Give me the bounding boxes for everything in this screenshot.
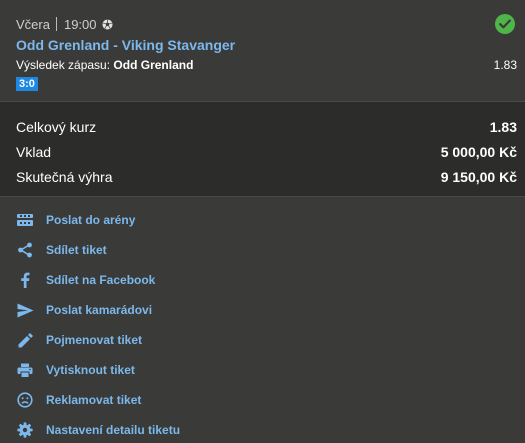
send-to-arena-button[interactable]: Poslat do arény xyxy=(16,210,135,230)
win-row: Skutečná výhra 9 150,00 Kč xyxy=(16,167,517,187)
win-label: Skutečná výhra xyxy=(16,169,113,185)
print-ticket-button[interactable]: Vytisknout tiket xyxy=(16,360,135,380)
action-label: Sdílet na Facebook xyxy=(46,273,156,287)
complain-ticket-button[interactable]: Reklamovat tiket xyxy=(16,390,141,410)
action-label: Pojmenovat tiket xyxy=(46,333,143,347)
action-label: Poslat do arény xyxy=(46,213,136,227)
bet-time: 19:00 xyxy=(63,16,97,32)
meta-divider xyxy=(55,17,57,31)
soccer-ball-icon xyxy=(101,18,113,30)
action-label: Sdílet tiket xyxy=(46,243,107,257)
gear-icon xyxy=(16,421,34,439)
bet-meta: Včera 19:00 xyxy=(16,16,113,32)
market-label: Výsledek zápasu: xyxy=(16,58,111,72)
share-ticket-button[interactable]: Sdílet tiket xyxy=(16,240,107,260)
facebook-icon xyxy=(16,271,34,289)
bet-day: Včera xyxy=(16,16,50,32)
send-to-friend-button[interactable]: Poslat kamarádovi xyxy=(16,300,152,320)
rename-ticket-button[interactable]: Pojmenovat tiket xyxy=(16,330,142,350)
arena-icon xyxy=(16,211,34,229)
stake-value: 5 000,00 Kč xyxy=(440,144,517,160)
sad-face-icon xyxy=(16,391,34,409)
stake-row: Vklad 5 000,00 Kč xyxy=(16,142,517,162)
action-label: Poslat kamarádovi xyxy=(46,303,153,317)
share-icon xyxy=(16,241,34,259)
total-odds-label: Celkový kurz xyxy=(16,119,97,135)
selection-odd: 1.83 xyxy=(493,58,517,72)
check-circle-icon xyxy=(495,14,515,34)
pencil-icon xyxy=(16,331,34,349)
bet-card: Včera 19:00 Odd Grenland - Viking Stavan… xyxy=(0,0,525,101)
action-label: Nastavení detailu tiketu xyxy=(46,423,181,437)
ticket-detail-settings-button[interactable]: Nastavení detailu tiketu xyxy=(16,420,180,440)
bet-market: Výsledek zápasu: Odd Grenland xyxy=(16,58,193,72)
win-value: 9 150,00 Kč xyxy=(440,169,517,185)
action-label: Reklamovat tiket xyxy=(46,393,142,407)
stake-label: Vklad xyxy=(16,144,52,160)
total-odds-row: Celkový kurz 1.83 xyxy=(16,117,517,137)
send-icon xyxy=(16,301,34,319)
action-label: Vytisknout tiket xyxy=(46,363,135,377)
match-link[interactable]: Odd Grenland - Viking Stavanger xyxy=(16,37,235,53)
total-odds-value: 1.83 xyxy=(489,119,517,135)
share-facebook-button[interactable]: Sdílet na Facebook xyxy=(16,270,155,290)
printer-icon xyxy=(16,361,34,379)
score-badge: 3:0 xyxy=(16,77,38,91)
ticket-summary: Celkový kurz 1.83 Vklad 5 000,00 Kč Skut… xyxy=(0,101,525,197)
selection: Odd Grenland xyxy=(113,58,194,72)
